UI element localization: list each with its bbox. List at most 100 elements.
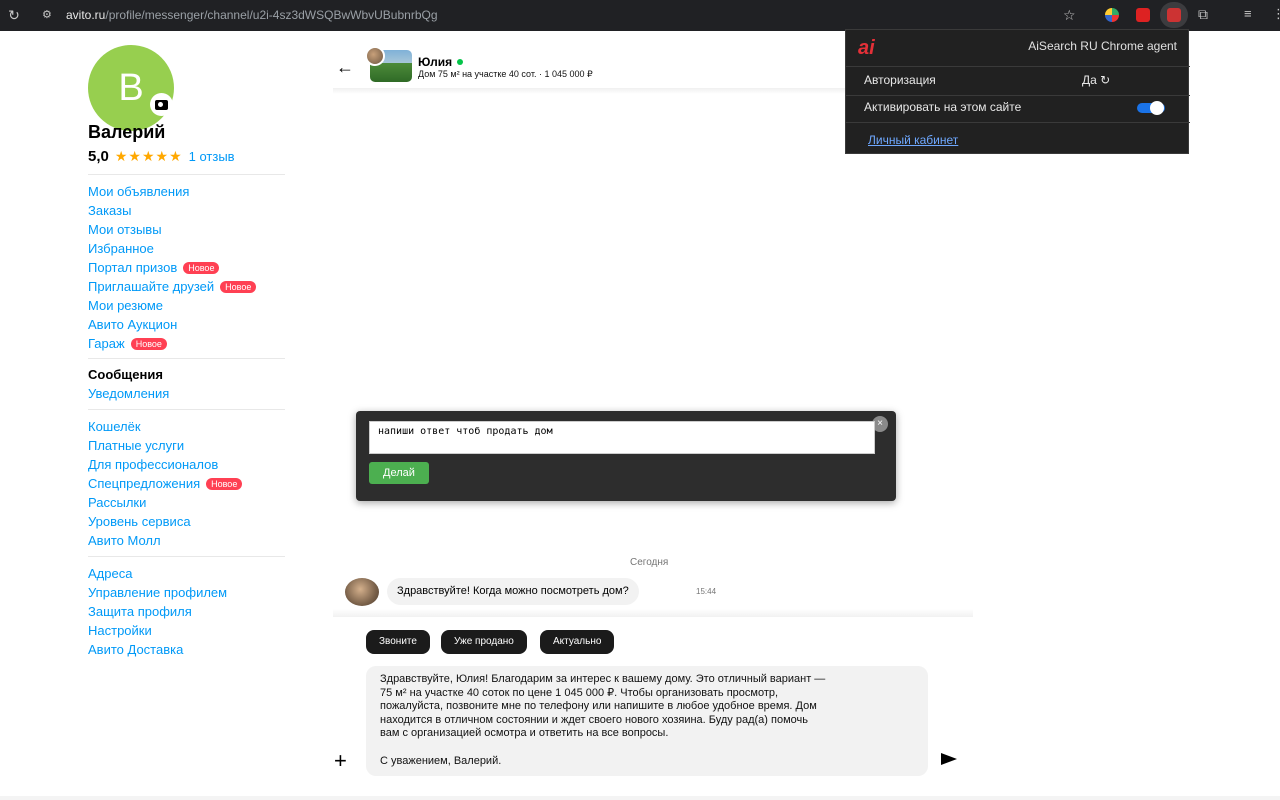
ai-run-button[interactable]: Делай — [369, 462, 429, 484]
rating-stars: ★★★★★ — [114, 148, 183, 164]
url-path: /profile/messenger/channel/u2i-4sz3dWSQB… — [105, 8, 438, 22]
divider — [846, 95, 1190, 96]
sidebar-item-label: Адреса — [88, 566, 133, 581]
contact-name[interactable]: Юлия — [418, 55, 464, 69]
draft-line: пожалуйста, позвоните мне по телефону ил… — [380, 700, 817, 713]
new-badge: Новое — [130, 337, 167, 350]
sidebar-item-label: Авито Доставка — [88, 642, 184, 657]
activate-toggle[interactable] — [1137, 101, 1165, 115]
sidebar-item-label: Авито Молл — [88, 533, 161, 548]
quick-reply-sold[interactable]: Уже продано — [441, 630, 527, 654]
sidebar-item-group1-5[interactable]: Приглашайте друзей Новое — [88, 277, 257, 296]
extensions-puzzle-icon[interactable]: ⧉ — [1198, 6, 1208, 23]
site-info-icon[interactable]: ⚙ — [42, 8, 56, 22]
sidebar-item-group4-2[interactable]: Защита профиля — [88, 602, 227, 621]
message-time: 15:44 — [696, 587, 717, 596]
sidebar-item-group1-8[interactable]: Гараж Новое — [88, 334, 256, 353]
sidebar-item-label: Управление профилем — [88, 585, 228, 600]
extension-title: AiSearch RU Chrome agent — [1028, 39, 1177, 53]
divider — [846, 66, 1190, 67]
sidebar-item-group3-4[interactable]: Рассылки — [88, 493, 242, 512]
sidebar-item-group2-0[interactable]: Сообщения — [88, 365, 169, 384]
sidebar-item-label: Уровень сервиса — [88, 514, 191, 529]
back-arrow-icon[interactable]: ← — [336, 57, 354, 78]
composer-shadow — [333, 609, 973, 617]
sidebar-item-group1-2[interactable]: Мои отзывы — [88, 220, 256, 239]
sidebar-item-group4-4[interactable]: Авито Доставка — [88, 640, 227, 659]
browser-toolbar: ↻ ⚙ avito.ru/profile/messenger/channel/u… — [0, 0, 1280, 31]
sidebar-item-group3-2[interactable]: Для профессионалов — [88, 455, 242, 474]
sidebar-item-group1-4[interactable]: Портал призов Новое — [88, 258, 256, 277]
attach-plus-icon[interactable]: + — [334, 750, 347, 772]
menu-icon[interactable]: ⋮ — [1272, 6, 1280, 22]
sidebar-item-group4-3[interactable]: Настройки — [88, 621, 227, 640]
sidebar-group-messages: Сообщения Уведомления — [88, 365, 169, 403]
sidebar-item-group3-5[interactable]: Уровень сервиса — [88, 512, 242, 531]
profile-rating: 5,0 ★★★★★ 1 отзыв — [88, 148, 235, 165]
sidebar-item-label: Сообщения — [88, 367, 163, 382]
reviews-link[interactable]: 1 отзыв — [189, 149, 235, 164]
sidebar-item-group1-1[interactable]: Заказы — [88, 201, 256, 220]
sidebar-item-label: Гараж — [88, 336, 125, 351]
camera-icon[interactable] — [150, 93, 173, 116]
divider — [846, 122, 1190, 123]
sidebar-item-label: Защита профиля — [88, 604, 192, 619]
avatar-letter: В — [118, 66, 144, 109]
sidebar-item-label: Кошелёк — [88, 419, 141, 434]
sidebar-item-group3-6[interactable]: Авито Молл — [88, 531, 242, 550]
message-input[interactable]: Здравствуйте, Юлия! Благодарим за интере… — [366, 666, 928, 776]
sidebar-item-label: Приглашайте друзей — [88, 279, 215, 294]
aisearch-logo: ai — [858, 37, 875, 59]
incoming-message: Здравствуйте! Когда можно посмотреть дом… — [387, 578, 639, 605]
auth-status[interactable]: Да ↻ — [1082, 73, 1110, 87]
draft-line: находится в отличном состоянии и ждет св… — [380, 713, 808, 726]
chat-header: ← Юлия Дом 75 м² на участке 40 сот. · 1 … — [333, 45, 853, 90]
profile-avatar[interactable]: В — [88, 45, 174, 131]
sidebar-item-group1-0[interactable]: Мои объявления — [88, 182, 256, 201]
draft-signature: С уважением, Валерий. — [380, 754, 502, 767]
send-icon[interactable] — [941, 753, 957, 765]
quick-reply-actual[interactable]: Актуально — [540, 630, 615, 654]
draft-line: Здравствуйте, Юлия! Благодарим за интере… — [380, 673, 826, 685]
divider — [88, 174, 285, 175]
sidebar-item-label: Настройки — [88, 623, 152, 638]
sidebar-item-label: Мои резюме — [88, 298, 163, 313]
sidebar-item-label: Для профессионалов — [88, 457, 219, 472]
sidebar-item-group3-0[interactable]: Кошелёк — [88, 417, 242, 436]
new-badge: Новое — [206, 477, 243, 490]
divider — [88, 358, 285, 359]
cabinet-link[interactable]: Личный кабинет — [868, 133, 958, 147]
media-controls-icon[interactable]: ≡ — [1244, 6, 1252, 21]
sidebar-item-group4-0[interactable]: Адреса — [88, 564, 227, 583]
listing-title[interactable]: Дом 75 м² на участке 40 сот. · 1 045 000… — [418, 69, 593, 80]
sidebar-item-label: Спецпредложения — [88, 476, 201, 491]
sidebar-item-group4-1[interactable]: Управление профилем — [88, 583, 227, 602]
draft-line: 75 м² на участке 40 соток по цене 1 045 … — [380, 686, 779, 699]
sidebar-item-group1-3[interactable]: Избранное — [88, 239, 256, 258]
profile-name: Валерий — [88, 122, 166, 142]
ai-prompt-input[interactable]: напиши ответ чтоб продать дом — [369, 421, 875, 454]
sidebar-item-label: Заказы — [88, 203, 132, 218]
aisearch-extension-button[interactable] — [1160, 2, 1188, 28]
sidebar-item-group1-6[interactable]: Мои резюме — [88, 296, 256, 315]
sidebar-item-group2-1[interactable]: Уведомления — [88, 384, 169, 403]
sidebar-item-group3-1[interactable]: Платные услуги — [88, 436, 242, 455]
sidebar-item-label: Платные услуги — [88, 438, 185, 453]
activate-label: Активировать на этом сайте — [864, 100, 1022, 114]
contact-avatar[interactable] — [345, 578, 379, 606]
bookmark-star-icon[interactable]: ☆ — [1063, 7, 1076, 24]
divider — [88, 556, 285, 557]
extension-red-icon[interactable] — [1136, 8, 1150, 22]
new-badge: Новое — [183, 261, 220, 274]
sidebar-item-group3-3[interactable]: Спецпредложения Новое — [88, 474, 243, 493]
sidebar-item-label: Портал призов — [88, 260, 178, 275]
sidebar-item-label: Рассылки — [88, 495, 147, 510]
quick-reply-call[interactable]: Звоните — [366, 630, 430, 654]
page-bottom-edge — [0, 796, 1280, 800]
reload-icon[interactable]: ↻ — [6, 7, 22, 23]
extension-colorful-icon[interactable] — [1105, 8, 1119, 22]
sidebar-item-group1-7[interactable]: Авито Аукцион — [88, 315, 256, 334]
ai-prompt-box: × напиши ответ чтоб продать дом Делай — [356, 411, 896, 501]
address-bar[interactable]: avito.ru/profile/messenger/channel/u2i-4… — [66, 8, 438, 22]
new-badge: Новое — [220, 280, 257, 293]
